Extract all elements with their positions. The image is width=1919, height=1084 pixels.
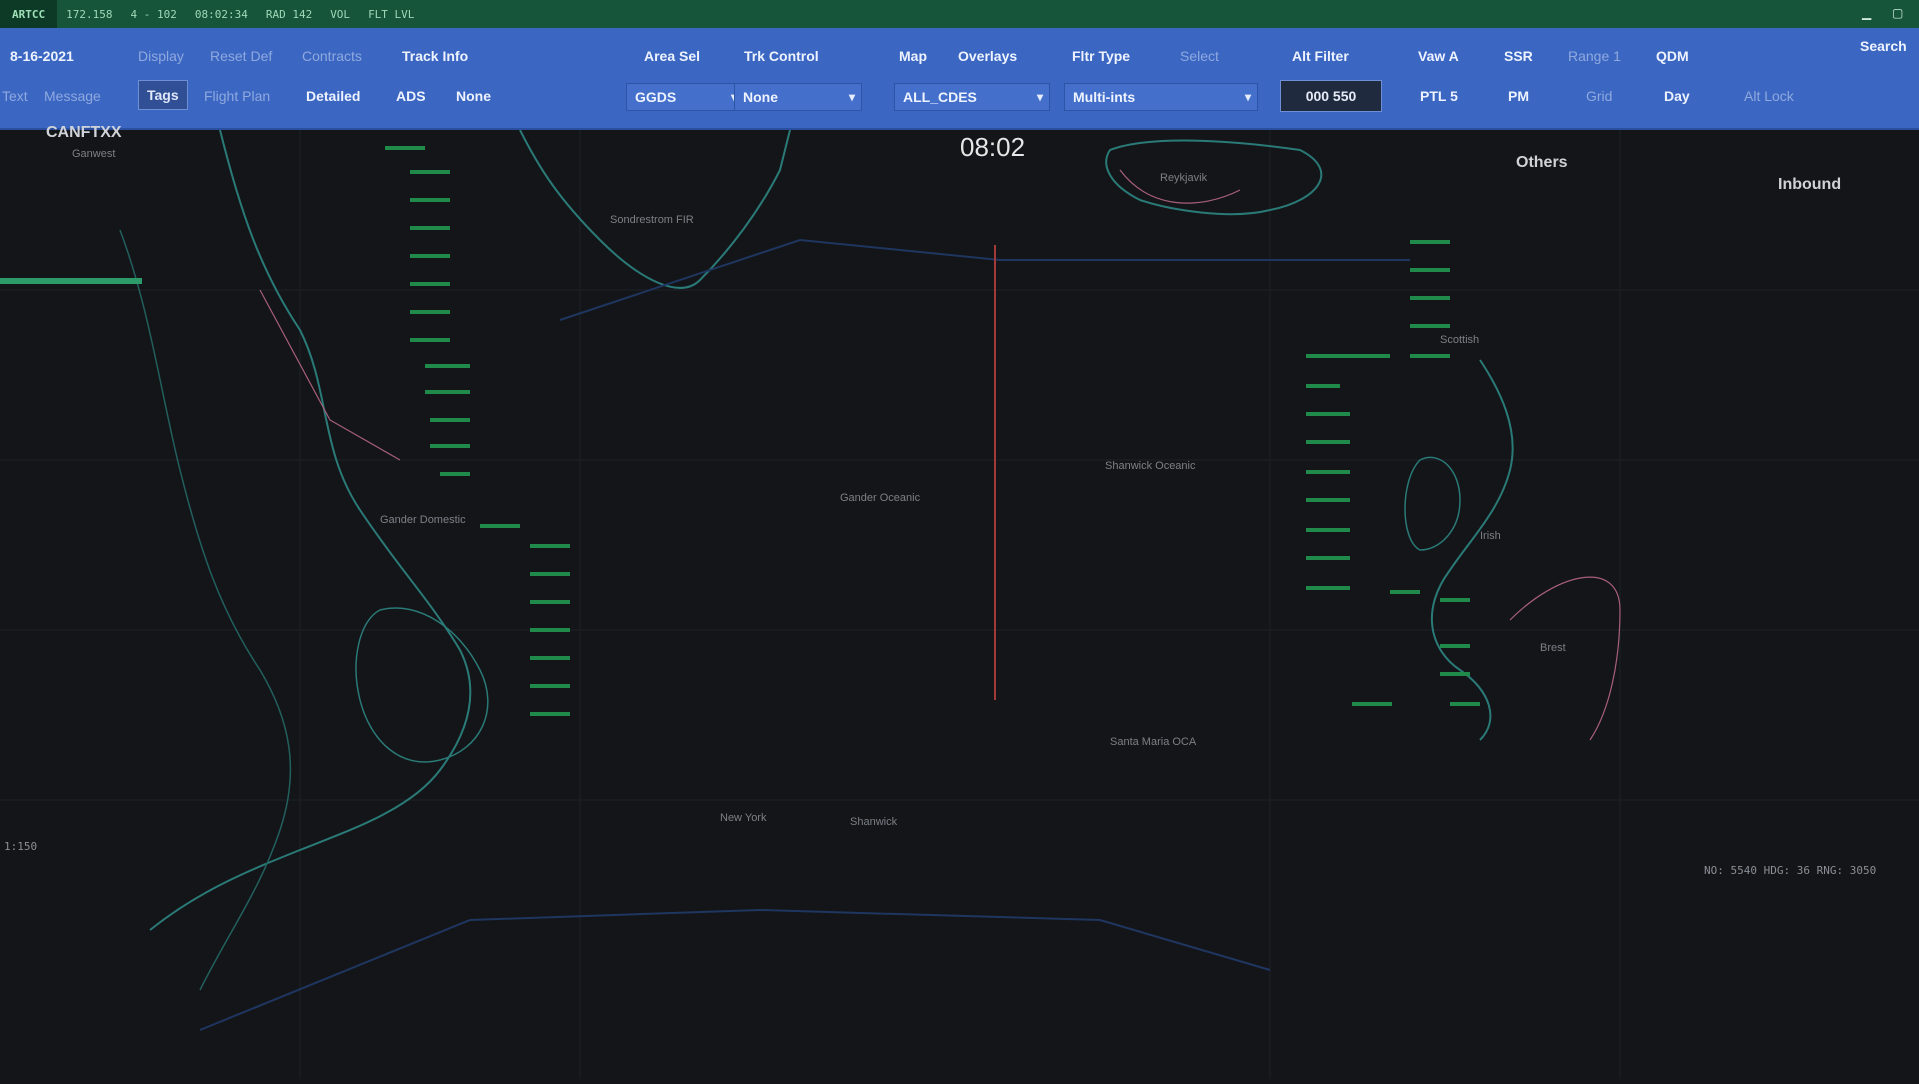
ads-button[interactable]: ADS — [396, 82, 426, 110]
selected-track-highlight[interactable] — [0, 278, 142, 284]
fltr-type-select[interactable]: Multi-ints ▾ — [1064, 83, 1258, 111]
map-select-value: ALL_CDES — [903, 89, 977, 105]
status-segment-1: 172.158 — [66, 7, 113, 21]
status-segment-5: VOL — [330, 7, 351, 21]
contracts-button[interactable]: Contracts — [302, 42, 362, 70]
minimize-icon[interactable]: ▁ — [1862, 6, 1871, 20]
message-button[interactable]: Message — [44, 82, 101, 110]
others-header: Others — [1516, 154, 1568, 171]
status-segment-6: FLT LVL — [368, 7, 415, 21]
map-button[interactable]: Map — [899, 42, 927, 70]
map-scale: 1:150 — [4, 840, 38, 853]
iceland-coastline — [1105, 139, 1323, 216]
grid-lines — [0, 130, 1919, 1079]
region-label: New York — [720, 812, 767, 824]
alt-filter-value[interactable]: 000 550 — [1280, 80, 1382, 112]
newfoundland-coastline — [355, 607, 489, 763]
ireland-coastline — [1404, 456, 1461, 551]
flight-plan-button[interactable]: Flight Plan — [204, 82, 270, 110]
radar-map[interactable]: 08:02 CANFTXX Ganwest Others Inbound Gan… — [0, 120, 1919, 1079]
select-button[interactable]: Select — [1180, 42, 1219, 70]
day-button[interactable]: Day — [1664, 82, 1690, 110]
overlays-button[interactable]: Overlays — [958, 42, 1017, 70]
region-label: Irish — [1480, 530, 1501, 542]
uk-coastline — [1430, 359, 1514, 741]
alt-filter-button[interactable]: Alt Filter — [1292, 42, 1349, 70]
system-status-bar: ARTCC 172.158 4 - 102 08:02:34 RAD 142 V… — [0, 0, 1919, 28]
maximize-icon[interactable]: ▢ — [1892, 6, 1903, 20]
none-button[interactable]: None — [456, 82, 491, 110]
region-label: Gander Oceanic — [840, 492, 921, 504]
qdm-button[interactable]: QDM — [1656, 42, 1689, 70]
north-america-coastline — [149, 129, 472, 931]
status-segment-4: RAD 142 — [265, 7, 313, 21]
labrador-inner-coast — [119, 229, 292, 991]
area-select[interactable]: GGDS ▾ — [626, 83, 744, 111]
tags-button[interactable]: Tags — [138, 80, 188, 110]
chevron-down-icon: ▾ — [1036, 90, 1043, 104]
search-button[interactable]: Search — [1860, 32, 1907, 60]
range-1-button[interactable]: Range 1 — [1568, 42, 1621, 70]
trk-select-value: None — [743, 89, 778, 105]
ptl-button[interactable]: PTL 5 — [1420, 82, 1458, 110]
inbound-header: Inbound — [1778, 176, 1842, 193]
pm-button[interactable]: PM — [1508, 82, 1529, 110]
display-button[interactable]: Display — [138, 42, 184, 70]
system-label: ARTCC — [0, 0, 58, 28]
region-label: Shanwick Oceanic — [1105, 460, 1196, 472]
map-select[interactable]: ALL_CDES ▾ — [894, 83, 1050, 111]
sector-header: CANFTXX — [46, 124, 122, 141]
area-sel-button[interactable]: Area Sel — [644, 42, 700, 70]
reset-def-button[interactable]: Reset Def — [210, 42, 272, 70]
area-select-value: GGDS — [635, 89, 677, 105]
trk-select[interactable]: None ▾ — [734, 83, 862, 111]
map-clock: 08:02 — [960, 132, 1026, 162]
cursor-readout: NO: 5540 HDG: 36 RNG: 3050 — [1704, 864, 1877, 877]
text-button[interactable]: Text — [2, 82, 28, 110]
ssr-button[interactable]: SSR — [1504, 42, 1533, 70]
status-segment-3: 08:02:34 — [194, 7, 248, 21]
detailed-button[interactable]: Detailed — [306, 82, 360, 110]
alt-lock-button[interactable]: Alt Lock — [1744, 82, 1794, 110]
region-label: Gander Domestic — [380, 514, 466, 526]
grid-button[interactable]: Grid — [1586, 82, 1612, 110]
chevron-down-icon: ▾ — [1244, 90, 1251, 104]
region-label: Sondrestrom FIR — [610, 214, 694, 226]
main-toolbar: 8-16-2021 Display Reset Def Contracts Tr… — [0, 28, 1919, 130]
chevron-down-icon: ▾ — [848, 90, 855, 104]
region-label: Santa Maria OCA — [1110, 736, 1197, 748]
greenland-coastline — [519, 129, 791, 289]
trk-control-button[interactable]: Trk Control — [744, 42, 819, 70]
fltr-type-button[interactable]: Fltr Type — [1072, 42, 1130, 70]
region-label: Brest — [1540, 642, 1566, 654]
fltr-type-select-value: Multi-ints — [1073, 89, 1136, 105]
region-label: Scottish — [1440, 334, 1480, 346]
sector-subheader: Ganwest — [72, 148, 116, 160]
fir-boundaries — [199, 238, 1410, 1031]
airspace-boundaries — [259, 169, 1621, 741]
fix-markers-west — [372, 120, 570, 716]
status-segment-2: 4 - 102 — [130, 7, 177, 21]
region-label: Reykjavik — [1160, 172, 1208, 184]
region-label: Shanwick — [850, 816, 898, 828]
track-info-button[interactable]: Track Info — [402, 42, 468, 70]
date-display: 8-16-2021 — [10, 48, 74, 64]
map-canvas[interactable] — [0, 120, 1919, 1079]
vaw-a-button[interactable]: Vaw A — [1418, 42, 1459, 70]
